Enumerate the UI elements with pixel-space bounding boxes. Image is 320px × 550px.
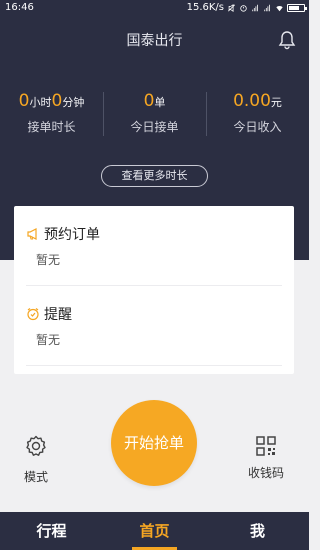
alarm-icon	[240, 4, 247, 12]
income-unit: 元	[270, 96, 282, 109]
tab-trips[interactable]: 行程	[0, 512, 103, 550]
stats-row: 0小时0分钟 接单时长 0单 今日接单 0.00元 今日收入	[0, 90, 309, 136]
mode-label: 模式	[23, 470, 48, 484]
tab-me[interactable]: 我	[206, 512, 309, 550]
megaphone-icon	[27, 228, 37, 240]
mode-button[interactable]: 模式	[18, 434, 54, 485]
divider	[26, 365, 282, 366]
page-title: 国泰出行	[126, 33, 183, 49]
stat-label: 今日接单	[130, 120, 179, 134]
alarm-clock-icon	[27, 308, 39, 321]
empty-text: 暂无	[36, 253, 61, 267]
info-card: 预约订单 暂无 提醒 暂无	[14, 206, 294, 374]
orders-unit: 单	[154, 96, 166, 109]
status-time: 16:46	[5, 2, 34, 13]
hours-unit: 小时	[29, 96, 52, 109]
stat-label: 今日收入	[233, 120, 282, 134]
network-speed: 15.6K/s	[186, 2, 224, 13]
divider	[26, 285, 282, 286]
battery-icon	[287, 3, 307, 12]
signal-icon	[252, 4, 258, 11]
income-amount: 0.00	[233, 91, 271, 111]
status-icons: 15.6K/s	[186, 2, 307, 13]
status-bar: 16:46 15.6K/s	[0, 0, 309, 18]
empty-text: 暂无	[36, 333, 61, 347]
stat-label: 接单时长	[27, 120, 76, 134]
section-title: 提醒	[44, 307, 72, 323]
tab-home[interactable]: 首页	[103, 512, 206, 550]
duration-hours: 0	[18, 91, 30, 111]
stat-orders: 0单 今日接单	[103, 90, 206, 136]
orders-count: 0	[143, 91, 155, 111]
start-grab-order-button[interactable]: 开始抢单	[111, 400, 197, 486]
stat-income: 0.00元 今日收入	[206, 90, 309, 136]
stat-duration: 0小时0分钟 接单时长	[0, 90, 103, 135]
qr-label: 收钱码	[247, 466, 284, 480]
section-title: 预约订单	[44, 227, 100, 243]
qr-code-icon	[256, 436, 276, 456]
view-more-duration-button[interactable]: 查看更多时长	[101, 165, 208, 187]
minutes-unit: 分钟	[62, 96, 85, 109]
signal-icon	[264, 4, 270, 11]
bottom-tab-bar: 行程 首页 我	[0, 512, 309, 550]
bell-icon[interactable]	[278, 30, 296, 50]
payment-qr-button[interactable]: 收钱码	[242, 434, 290, 481]
mute-icon	[228, 3, 235, 12]
wifi-icon	[276, 5, 283, 11]
duration-minutes: 0	[51, 91, 63, 111]
gear-icon	[26, 435, 46, 456]
